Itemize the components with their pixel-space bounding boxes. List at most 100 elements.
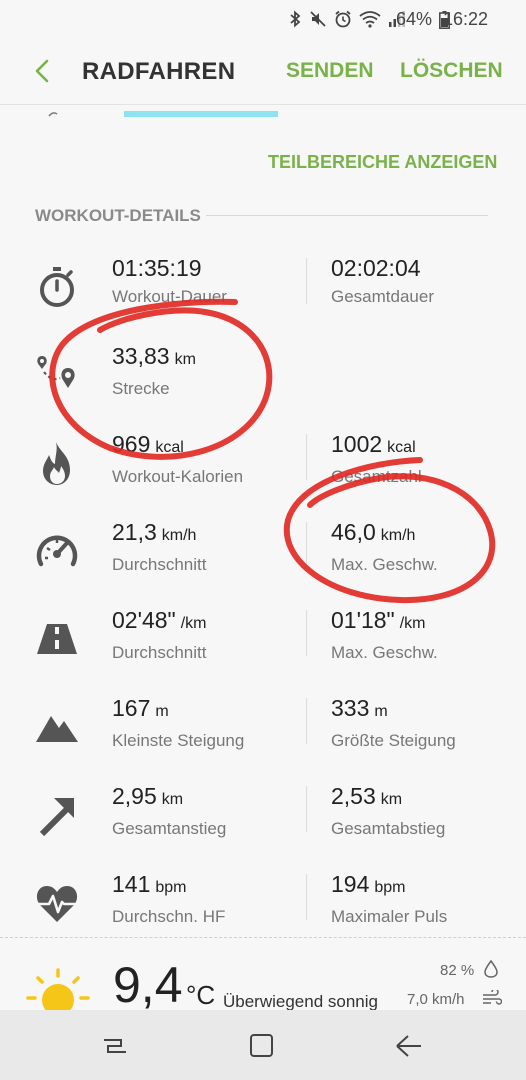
stat-average-heart-rate: 141 bpm Durchschn. HF [112, 870, 225, 927]
stat-label: Max. Geschw. [331, 643, 438, 662]
sun-icon [26, 968, 90, 1010]
stat-row-ascent: 2,95 km Gesamtanstieg 2,53 km Gesamtabstie… [0, 782, 526, 870]
delete-button[interactable]: LÖSCHEN [400, 59, 503, 83]
column-divider [306, 698, 307, 744]
stat-unit: kcal [155, 439, 184, 456]
back-icon[interactable] [394, 1032, 424, 1060]
stat-value: 2,53 [331, 783, 376, 809]
navigation-bar [0, 1010, 526, 1080]
stat-unit: km [174, 351, 196, 368]
bluetooth-icon [290, 10, 301, 28]
stat-value: 01'18" [331, 607, 395, 633]
stat-value: 194 [331, 871, 370, 897]
stat-label: Workout-Dauer [112, 287, 227, 306]
show-sections-button[interactable]: TEILBEREICHE ANZEIGEN [268, 152, 497, 173]
stat-total-calories: 1002 kcal Gesamtzahl [331, 430, 422, 487]
stat-total-ascent: 2,95 km Gesamtanstieg [112, 782, 226, 839]
stat-value: 2,95 [112, 783, 157, 809]
section-divider [206, 215, 488, 216]
stat-unit: km [380, 791, 403, 808]
heart-rate-icon [36, 886, 78, 922]
stat-value: 141 [112, 871, 151, 897]
stat-label: Gesamtabstieg [331, 819, 446, 838]
tab-indicator [124, 111, 278, 117]
back-arrow-icon[interactable] [28, 56, 58, 86]
stat-unit: kcal [387, 439, 416, 456]
status-bar: 64% 16:22 [0, 0, 526, 38]
stat-total-descent: 2,53 km Gesamtabstieg [331, 782, 445, 839]
stat-unit: m [155, 703, 169, 720]
stat-row-distance: 33,83 km Strecke [0, 342, 526, 430]
stat-value: 02'48" [112, 607, 176, 633]
recent-apps-icon[interactable] [101, 1032, 129, 1060]
column-divider [306, 874, 307, 920]
stat-max-speed: 46,0 km/h Max. Geschw. [331, 518, 438, 575]
column-divider [306, 610, 307, 656]
stat-value: 46,0 [331, 519, 376, 545]
stat-unit: km/h [161, 527, 197, 544]
stat-value: 21,3 [112, 519, 157, 545]
route-icon [37, 356, 75, 388]
stat-distance: 33,83 km Strecke [112, 342, 196, 399]
temperature-unit: °C [186, 980, 216, 1010]
send-button[interactable]: SENDEN [286, 59, 374, 83]
stat-label: Max. Geschw. [331, 555, 438, 574]
flame-icon [43, 442, 70, 485]
column-divider [306, 786, 307, 832]
stat-unit: /km [180, 615, 207, 632]
stat-value: 01:35:19 [112, 255, 202, 281]
humidity-value: 82 % [440, 962, 475, 979]
wifi-icon [359, 11, 381, 28]
stat-value: 969 [112, 431, 151, 457]
speedometer-icon [36, 535, 78, 567]
section-title: WORKOUT-DETAILS [35, 206, 201, 225]
battery-percent: 64% [395, 9, 432, 29]
stat-max-elevation: 333 m Größte Steigung [331, 694, 456, 751]
stat-max-pace: 01'18"/km Max. Geschw. [331, 606, 438, 663]
wind-icon [483, 990, 502, 1005]
stat-unit: /km [399, 615, 426, 632]
stat-workout-duration: 01:35:19 Workout-Dauer [112, 254, 227, 307]
column-divider [306, 522, 307, 568]
clock: 16:22 [442, 9, 488, 29]
stat-label: Durchschn. HF [112, 907, 226, 926]
stat-row-speed: 21,3 km/h Durchschnitt 46,0 km/h Max. Gesc… [0, 518, 526, 606]
stat-total-duration: 02:02:04 Gesamtdauer [331, 254, 434, 307]
stat-workout-calories: 969 kcal Workout-Kalorien [112, 430, 243, 487]
stat-label: Durchschnitt [112, 643, 207, 662]
stat-row-elevation: 167 m Kleinste Steigung 333 m Größte Steig… [0, 694, 526, 782]
road-icon [37, 624, 77, 654]
stat-average-pace: 02'48"/km Durchschnitt [112, 606, 207, 663]
mute-icon [310, 11, 326, 27]
stat-row-pace: 02'48"/km Durchschnitt 01'18"/km Max. Ge… [0, 606, 526, 694]
temperature: 9,4 [113, 957, 183, 1013]
stat-row-duration: 01:35:19 Workout-Dauer 02:02:04 Gesamtda… [0, 254, 526, 342]
stat-value: 02:02:04 [331, 255, 421, 281]
stat-label: Größte Steigung [331, 731, 456, 750]
stat-value: 167 [112, 695, 151, 721]
stat-value: 1002 [331, 431, 383, 457]
column-divider [306, 434, 307, 480]
alarm-icon [335, 10, 351, 28]
page-title: RADFAHREN [82, 58, 236, 85]
stat-unit: km/h [380, 527, 416, 544]
arrow-up-right-icon [39, 798, 74, 837]
stat-average-speed: 21,3 km/h Durchschnitt [112, 518, 206, 575]
stat-row-heart-rate: 141 bpm Durchschn. HF 194 bpm Maximaler Pu… [0, 870, 526, 958]
stat-value: 33,83 [112, 343, 170, 369]
stat-label: Gesamtzahl [331, 467, 422, 486]
home-icon[interactable] [248, 1032, 276, 1060]
weather-description: Überwiegend sonnig [223, 992, 378, 1011]
stopwatch-icon [40, 267, 74, 307]
stat-unit: bpm [155, 879, 187, 896]
stat-min-elevation: 167 m Kleinste Steigung [112, 694, 244, 751]
stat-label: Maximaler Puls [331, 907, 448, 926]
droplet-icon [484, 960, 498, 978]
stat-label: Workout-Kalorien [112, 467, 244, 486]
stat-label: Strecke [112, 379, 170, 398]
stat-max-heart-rate: 194 bpm Maximaler Puls [331, 870, 447, 927]
column-divider [306, 258, 307, 304]
stat-label: Gesamtdauer [331, 287, 434, 306]
weather-divider [0, 937, 526, 938]
mountain-icon [36, 716, 78, 742]
